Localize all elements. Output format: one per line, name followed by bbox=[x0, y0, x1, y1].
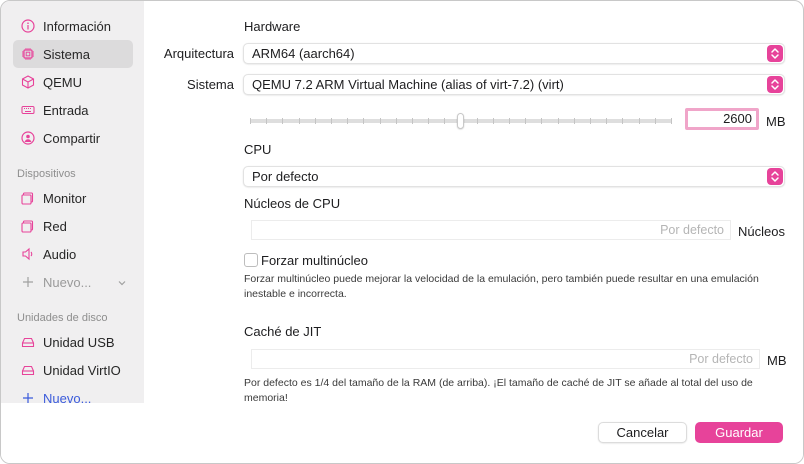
cores-unit: Núcleos bbox=[738, 224, 785, 239]
force-multicore-label: Forzar multinúcleo bbox=[261, 253, 368, 268]
slider-tick bbox=[396, 118, 397, 124]
sidebar-item-label: Monitor bbox=[43, 190, 87, 206]
sidebar-item-informacion[interactable]: Información bbox=[13, 12, 133, 40]
architecture-select[interactable]: ARM64 (aarch64) bbox=[243, 43, 785, 64]
slider-tick bbox=[412, 118, 413, 124]
cpu-section-title: CPU bbox=[244, 142, 272, 157]
sidebar-item-monitor[interactable]: Monitor bbox=[13, 184, 133, 212]
memory-slider[interactable] bbox=[250, 111, 672, 131]
slider-tick bbox=[282, 118, 283, 124]
sidebar-item-label: Sistema bbox=[43, 46, 90, 62]
jit-section-title: Caché de JIT bbox=[244, 324, 322, 339]
sidebar-item-label: Red bbox=[43, 218, 67, 234]
cores-section-title: Núcleos de CPU bbox=[244, 196, 341, 211]
sidebar: Información Sistema QEMU Entrada Compart bbox=[1, 1, 144, 403]
footer-bar: Cancelar Guardar bbox=[1, 403, 803, 463]
plus-icon bbox=[21, 391, 35, 403]
system-label: Sistema bbox=[187, 77, 234, 92]
jit-cache-unit: MB bbox=[767, 353, 787, 368]
sidebar-item-label: Unidad VirtIO bbox=[43, 362, 121, 378]
chevron-down-icon bbox=[117, 276, 127, 286]
sidebar-item-label: Compartir bbox=[43, 130, 101, 146]
speaker-icon bbox=[21, 247, 35, 261]
slider-tick bbox=[655, 118, 656, 124]
jit-cache-help: Por defecto es 1/4 del tamaño de la RAM … bbox=[244, 377, 753, 404]
force-multicore-checkbox[interactable] bbox=[244, 253, 258, 267]
sidebar-item-red[interactable]: Red bbox=[13, 212, 133, 240]
slider-tick bbox=[428, 118, 429, 124]
monitor-icon bbox=[21, 191, 35, 205]
slider-tick bbox=[477, 118, 478, 124]
slider-tick bbox=[525, 118, 526, 124]
sidebar-item-label: QEMU bbox=[43, 74, 82, 90]
sidebar-new-label: Nuevo... bbox=[43, 274, 92, 290]
slider-tick bbox=[574, 118, 575, 124]
share-icon bbox=[21, 131, 35, 145]
drive-icon bbox=[21, 335, 35, 349]
sidebar-new-device-button[interactable]: Nuevo... bbox=[13, 268, 133, 296]
sidebar-item-sistema[interactable]: Sistema bbox=[13, 40, 133, 68]
cores-input[interactable]: Por defecto bbox=[251, 220, 731, 240]
slider-tick bbox=[671, 118, 672, 124]
info-icon bbox=[21, 19, 35, 33]
slider-tick bbox=[380, 118, 381, 124]
slider-tick bbox=[622, 118, 623, 124]
slider-tick bbox=[347, 118, 348, 124]
sidebar-item-label: Entrada bbox=[43, 102, 89, 118]
force-multicore-help: Forzar multinúcleo puede mejorar la velo… bbox=[244, 273, 759, 300]
sidebar-item-audio[interactable]: Audio bbox=[13, 240, 133, 268]
drive-icon bbox=[21, 363, 35, 377]
slider-thumb[interactable] bbox=[457, 113, 464, 129]
cpu-chip-icon bbox=[21, 47, 35, 61]
save-button[interactable]: Guardar bbox=[695, 422, 783, 443]
architecture-value: ARM64 (aarch64) bbox=[252, 46, 355, 61]
select-stepper-icon bbox=[767, 76, 783, 93]
slider-tick bbox=[590, 118, 591, 124]
system-value: QEMU 7.2 ARM Virtual Machine (alias of v… bbox=[252, 77, 564, 92]
cpu-value: Por defecto bbox=[252, 169, 319, 184]
slider-tick bbox=[315, 118, 316, 124]
network-icon bbox=[21, 219, 35, 233]
slider-tick bbox=[558, 118, 559, 124]
cube-icon bbox=[21, 75, 35, 89]
hardware-section-title: Hardware bbox=[244, 19, 301, 34]
sidebar-new-label: Nuevo... bbox=[43, 390, 92, 404]
slider-tick bbox=[250, 118, 251, 124]
slider-tick bbox=[266, 118, 267, 124]
sidebar-item-qemu[interactable]: QEMU bbox=[13, 68, 133, 96]
slider-tick bbox=[299, 118, 300, 124]
main-content: Hardware Arquitectura ARM64 (aarch64) Si… bbox=[144, 1, 803, 404]
slider-tick bbox=[331, 118, 332, 124]
sidebar-item-compartir[interactable]: Compartir bbox=[13, 124, 133, 152]
architecture-label: Arquitectura bbox=[163, 46, 234, 61]
memory-input[interactable]: 2600 bbox=[685, 108, 759, 130]
slider-tick bbox=[606, 118, 607, 124]
sidebar-header-devices: Dispositivos bbox=[17, 168, 76, 180]
slider-tick bbox=[444, 118, 445, 124]
slider-tick bbox=[509, 118, 510, 124]
sidebar-header-drives: Unidades de disco bbox=[17, 312, 108, 324]
keyboard-icon bbox=[21, 103, 35, 117]
select-stepper-icon bbox=[767, 45, 783, 62]
settings-window: Información Sistema QEMU Entrada Compart bbox=[0, 0, 804, 464]
sidebar-item-label: Unidad USB bbox=[43, 334, 115, 350]
sidebar-item-unidad-usb[interactable]: Unidad USB bbox=[13, 328, 133, 356]
sidebar-item-label: Audio bbox=[43, 246, 77, 262]
sidebar-item-label: Información bbox=[43, 18, 111, 34]
memory-unit: MB bbox=[766, 114, 786, 129]
slider-tick bbox=[541, 118, 542, 124]
slider-tick bbox=[639, 118, 640, 124]
select-stepper-icon bbox=[767, 168, 783, 185]
slider-tick bbox=[493, 118, 494, 124]
sidebar-new-drive-button[interactable]: Nuevo... bbox=[13, 384, 133, 403]
jit-cache-input[interactable]: Por defecto bbox=[251, 349, 760, 369]
plus-icon bbox=[21, 275, 35, 289]
sidebar-item-entrada[interactable]: Entrada bbox=[13, 96, 133, 124]
cpu-select[interactable]: Por defecto bbox=[243, 166, 785, 187]
sidebar-item-unidad-virtio[interactable]: Unidad VirtIO bbox=[13, 356, 133, 384]
system-select[interactable]: QEMU 7.2 ARM Virtual Machine (alias of v… bbox=[243, 74, 785, 95]
slider-tick bbox=[363, 118, 364, 124]
cancel-button[interactable]: Cancelar bbox=[598, 422, 687, 443]
